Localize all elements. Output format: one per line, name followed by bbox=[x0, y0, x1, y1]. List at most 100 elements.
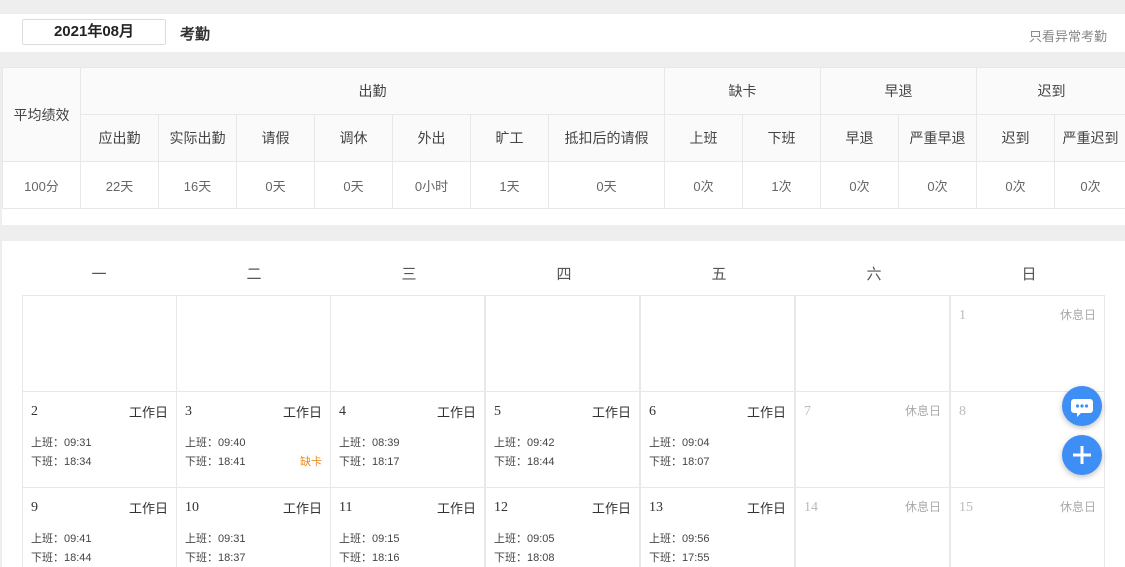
clock-in-time: 上班：09:15 bbox=[339, 533, 400, 545]
stat-value: 0天 bbox=[314, 161, 393, 209]
month-picker[interactable]: 2021年08月 bbox=[22, 19, 166, 45]
calendar-day-11[interactable]: 11 工作日 上班：09:15 下班：18:16 bbox=[330, 487, 485, 567]
clock-out-time: 下班：18:44 bbox=[31, 552, 92, 564]
day-type: 工作日 bbox=[282, 501, 322, 516]
calendar-day-9[interactable]: 9 工作日 上班：09:41 下班：18:44 bbox=[22, 487, 177, 567]
missing-punch-badge[interactable]: 缺卡 bbox=[300, 453, 322, 469]
clock-in-time: 上班：09:40 bbox=[185, 437, 246, 449]
day-number: 3 bbox=[185, 404, 192, 419]
calendar-cell-empty bbox=[640, 295, 795, 392]
calendar-day-3[interactable]: 3 工作日 上班：09:40 下班：18:41 缺卡 bbox=[176, 391, 331, 488]
col-header: 严重早退 bbox=[898, 114, 978, 162]
day-type: 休息日 bbox=[1059, 308, 1096, 322]
clock-out-time: 下班：18:08 bbox=[494, 552, 555, 564]
day-type: 工作日 bbox=[591, 501, 631, 516]
clock-out-time: 下班：18:34 bbox=[31, 456, 92, 468]
day-number: 14 bbox=[804, 500, 818, 515]
calendar-day-14[interactable]: 14 休息日 bbox=[795, 487, 950, 567]
clock-in-time: 上班：09:42 bbox=[494, 437, 555, 449]
plus-icon bbox=[1073, 446, 1091, 464]
col-header: 迟到 bbox=[976, 114, 1056, 162]
day-number: 2 bbox=[31, 404, 38, 419]
day-number: 13 bbox=[649, 500, 663, 515]
stat-value: 0小时 bbox=[392, 161, 471, 209]
day-number: 10 bbox=[185, 500, 199, 515]
calendar-day-10[interactable]: 10 工作日 上班：09:31 下班：18:37 bbox=[176, 487, 331, 567]
day-number: 8 bbox=[959, 404, 966, 419]
stat-value: 0天 bbox=[547, 161, 666, 209]
col-header: 上班 bbox=[664, 114, 744, 162]
stat-value: 1次 bbox=[742, 161, 822, 209]
chat-bubble-icon bbox=[1071, 399, 1093, 417]
day-number: 9 bbox=[31, 500, 38, 515]
weekday-thu: 四 bbox=[556, 265, 572, 283]
weekday-sun: 日 bbox=[1021, 265, 1037, 283]
weekday-tue: 二 bbox=[246, 265, 262, 283]
calendar-day-1[interactable]: 1 休息日 bbox=[950, 295, 1105, 392]
col-header: 请假 bbox=[236, 114, 315, 162]
avg-score-header: 平均绩效 bbox=[2, 67, 81, 162]
page-title: 考勤 bbox=[180, 26, 211, 43]
col-header: 下班 bbox=[742, 114, 822, 162]
group-missing: 缺卡 bbox=[664, 67, 822, 115]
stat-value: 0次 bbox=[898, 161, 978, 209]
abnormal-only-link[interactable]: 只看异常考勤 bbox=[1029, 26, 1107, 45]
calendar-cell-empty bbox=[330, 295, 485, 392]
calendar-day-6[interactable]: 6 工作日 上班：09:04 下班：18:07 bbox=[640, 391, 795, 488]
stat-value: 1天 bbox=[470, 161, 549, 209]
avg-score-value: 100分 bbox=[2, 161, 81, 209]
clock-in-time: 上班：09:41 bbox=[31, 533, 92, 545]
clock-in-time: 上班：09:04 bbox=[649, 437, 710, 449]
day-type: 休息日 bbox=[904, 500, 941, 514]
day-type: 工作日 bbox=[436, 405, 476, 420]
calendar-cell-empty bbox=[176, 295, 331, 392]
col-header: 旷工 bbox=[470, 114, 549, 162]
day-number: 5 bbox=[494, 404, 501, 419]
attendance-calendar: 一 二 三 四 五 六 日 1 休息日 2 工作日 上班：09:31 下班：18… bbox=[2, 241, 1125, 567]
day-type: 工作日 bbox=[746, 501, 786, 516]
day-number: 1 bbox=[959, 308, 966, 323]
day-number: 7 bbox=[804, 404, 811, 419]
calendar-day-13[interactable]: 13 工作日 上班：09:56 下班：17:55 bbox=[640, 487, 795, 567]
attendance-summary: 平均绩效 出勤 缺卡 早退 迟到 应出勤 实际出勤 请假 调休 外出 旷工 抵扣… bbox=[2, 67, 1125, 225]
weekday-mon: 一 bbox=[91, 265, 107, 283]
day-number: 11 bbox=[339, 500, 353, 515]
weekday-sat: 六 bbox=[866, 265, 882, 283]
stat-value: 0次 bbox=[820, 161, 900, 209]
clock-out-time: 下班：18:37 bbox=[185, 552, 246, 564]
day-type: 工作日 bbox=[746, 405, 786, 420]
stat-value: 16天 bbox=[158, 161, 237, 209]
clock-in-time: 上班：09:56 bbox=[649, 533, 710, 545]
calendar-day-15[interactable]: 15 休息日 bbox=[950, 487, 1105, 567]
calendar-day-2[interactable]: 2 工作日 上班：09:31 下班：18:34 bbox=[22, 391, 177, 488]
calendar-cell-empty bbox=[22, 295, 177, 392]
clock-out-time: 下班：17:55 bbox=[649, 552, 710, 564]
clock-in-time: 上班：09:05 bbox=[494, 533, 555, 545]
col-header: 抵扣后的请假 bbox=[547, 114, 666, 162]
stat-value: 0次 bbox=[976, 161, 1056, 209]
chat-button[interactable] bbox=[1062, 386, 1102, 426]
calendar-day-5[interactable]: 5 工作日 上班：09:42 下班：18:44 bbox=[485, 391, 640, 488]
add-button[interactable] bbox=[1062, 435, 1102, 475]
stat-value: 22天 bbox=[80, 161, 159, 209]
day-type: 休息日 bbox=[904, 404, 941, 418]
group-early: 早退 bbox=[820, 67, 978, 115]
col-header: 早退 bbox=[820, 114, 900, 162]
clock-out-time: 下班：18:16 bbox=[339, 552, 400, 564]
calendar-cell-empty bbox=[485, 295, 640, 392]
day-type: 工作日 bbox=[282, 405, 322, 420]
group-attendance: 出勤 bbox=[79, 67, 666, 115]
col-header: 外出 bbox=[392, 114, 471, 162]
day-type: 休息日 bbox=[1059, 500, 1096, 514]
day-number: 6 bbox=[649, 404, 656, 419]
day-number: 12 bbox=[494, 500, 508, 515]
summary-table: 平均绩效 出勤 缺卡 早退 迟到 应出勤 实际出勤 请假 调休 外出 旷工 抵扣… bbox=[2, 67, 1125, 209]
clock-out-time: 下班：18:07 bbox=[649, 456, 710, 468]
calendar-cell-empty bbox=[795, 295, 950, 392]
clock-in-time: 上班：09:31 bbox=[31, 437, 92, 449]
calendar-day-12[interactable]: 12 工作日 上班：09:05 下班：18:08 bbox=[485, 487, 640, 567]
day-type: 工作日 bbox=[436, 501, 476, 516]
calendar-day-4[interactable]: 4 工作日 上班：08:39 下班：18:17 bbox=[330, 391, 485, 488]
calendar-day-7[interactable]: 7 休息日 bbox=[795, 391, 950, 488]
col-header: 应出勤 bbox=[80, 114, 159, 162]
